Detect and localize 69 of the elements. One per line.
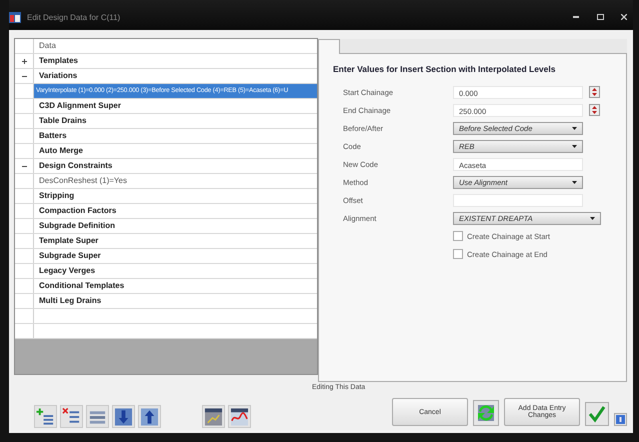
tree-label: Legacy Verges <box>38 265 96 277</box>
chart-icon <box>230 406 249 426</box>
tree-row[interactable]: Template Super <box>15 234 317 249</box>
tree-row[interactable]: Multi Leg Drains <box>15 294 317 309</box>
refresh-button[interactable] <box>473 400 499 426</box>
caret-icon <box>572 126 577 130</box>
input-field[interactable] <box>453 194 583 206</box>
expand-icon[interactable] <box>22 58 26 64</box>
spin-arrows-icon <box>592 106 597 114</box>
maximize-icon <box>596 14 604 20</box>
tree-row[interactable]: Design Constraints <box>15 159 317 174</box>
help-button[interactable] <box>614 413 627 426</box>
tree-row[interactable]: Subgrade Super <box>15 249 317 264</box>
tree-label: Table Drains <box>38 115 88 127</box>
tree-label: C3D Alignment Super <box>38 100 122 112</box>
caret-icon <box>572 144 577 148</box>
move-up-button[interactable] <box>138 405 161 428</box>
tree-label: Template Super <box>38 235 100 247</box>
list-button[interactable] <box>86 405 109 428</box>
tree-row[interactable]: DesConReshest (1)=Yes <box>15 174 317 189</box>
check-icon <box>588 405 606 423</box>
arrow-up-icon <box>140 406 159 426</box>
caret-icon <box>590 216 595 220</box>
confirm-button[interactable] <box>585 402 609 426</box>
tree-label: Compaction Factors <box>38 205 118 217</box>
tree-label: Templates <box>38 55 79 67</box>
add-row-icon <box>36 406 55 426</box>
caret-icon <box>572 180 577 184</box>
arrow-down-icon <box>114 406 133 426</box>
tree-label: DesConReshest (1)=Yes <box>38 175 128 187</box>
tree-row[interactable]: Auto Merge <box>15 144 317 159</box>
add-row-button[interactable] <box>34 405 57 428</box>
tree-row[interactable]: Table Drains <box>15 114 317 129</box>
tree-row[interactable]: Subgrade Definition <box>15 219 317 234</box>
tree-row[interactable]: Legacy Verges <box>15 264 317 279</box>
tree-label: Subgrade Super <box>38 250 102 262</box>
tree-row[interactable]: Batters <box>15 129 317 144</box>
tree-label: Subgrade Definition <box>38 220 116 232</box>
app-icon <box>9 12 21 22</box>
tree-label: Conditional Templates <box>38 280 126 292</box>
chart-button[interactable] <box>228 405 251 428</box>
tree-row[interactable]: Conditional Templates <box>15 279 317 294</box>
tree-row[interactable]: C3D Alignment Super <box>15 99 317 114</box>
checkbox[interactable] <box>453 249 463 259</box>
tree-row[interactable]: Variations <box>15 69 317 84</box>
report-icon <box>204 406 223 426</box>
tree-label: Variations <box>38 70 78 82</box>
close-icon <box>621 14 627 20</box>
window-title: Edit Design Data for C(11) <box>27 12 120 22</box>
minimize-icon <box>573 16 579 18</box>
refresh-icon <box>475 402 497 424</box>
tree-label: Design Constraints <box>38 160 114 172</box>
spin-button[interactable] <box>589 104 600 116</box>
report-button[interactable] <box>202 405 225 428</box>
tree-row[interactable]: Templates <box>15 54 317 69</box>
tree-label: Auto Merge <box>38 145 84 157</box>
spin-arrows-icon <box>592 88 597 96</box>
delete-row-button[interactable] <box>60 405 83 428</box>
help-icon <box>616 415 625 424</box>
spin-button[interactable] <box>589 86 600 98</box>
move-down-button[interactable] <box>112 405 135 428</box>
tree-row[interactable]: Compaction Factors <box>15 204 317 219</box>
form-heading: Enter Values for Insert Section with Interpolated Levels <box>333 64 556 74</box>
column-header: Data <box>38 40 57 52</box>
tree-label: Stripping <box>38 190 76 202</box>
tree-row[interactable]: Stripping <box>15 189 317 204</box>
tree-label: Multi Leg Drains <box>38 295 102 307</box>
tree-label: Batters <box>38 130 68 142</box>
checkbox[interactable] <box>453 231 463 241</box>
